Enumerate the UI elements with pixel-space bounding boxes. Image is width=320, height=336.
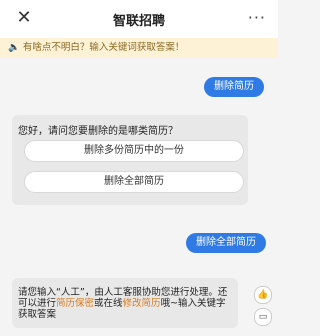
- edit-resume-link[interactable]: 修改简历: [123, 298, 161, 309]
- bot-reply-text: 请您输入“人工”，由人工客服协助您进行处理。还可以进行简历保密或在线修改简历哦~…: [18, 287, 234, 320]
- user-message-bubble: 删除全部简历: [186, 233, 266, 253]
- bot-message-card: 您好，请问您要删除的是哪类简历？ 删除多份简历中的一份 删除全部简历: [12, 115, 248, 205]
- page-title: 智联招聘: [112, 14, 165, 29]
- resume-privacy-link[interactable]: 简历保密: [56, 298, 94, 309]
- option-delete-one-button[interactable]: 删除多份简历中的一份: [24, 140, 244, 162]
- bot-question-text: 您好，请问您要删除的是哪类简历？: [18, 126, 178, 137]
- option-delete-all-button[interactable]: 删除全部简历: [24, 171, 244, 193]
- more-icon[interactable]: ···: [248, 8, 266, 27]
- reply-text-part: 或在线: [94, 298, 123, 309]
- comment-icon[interactable]: ▭: [254, 308, 272, 326]
- app-header: ✕ 智联招聘 ···: [0, 0, 278, 39]
- speaker-icon: 🔈: [8, 42, 20, 53]
- user-message-bubble: 删除简历: [204, 77, 264, 97]
- thumbs-up-icon[interactable]: 👍: [254, 286, 272, 304]
- bot-reply-card: 请您输入“人工”，由人工客服协助您进行处理。还可以进行简历保密或在线修改简历哦~…: [12, 278, 238, 328]
- notice-banner: 🔈 有啥点不明白？输入关键词获取答案！: [0, 38, 278, 58]
- notice-text: 有啥点不明白？输入关键词获取答案！: [22, 42, 185, 53]
